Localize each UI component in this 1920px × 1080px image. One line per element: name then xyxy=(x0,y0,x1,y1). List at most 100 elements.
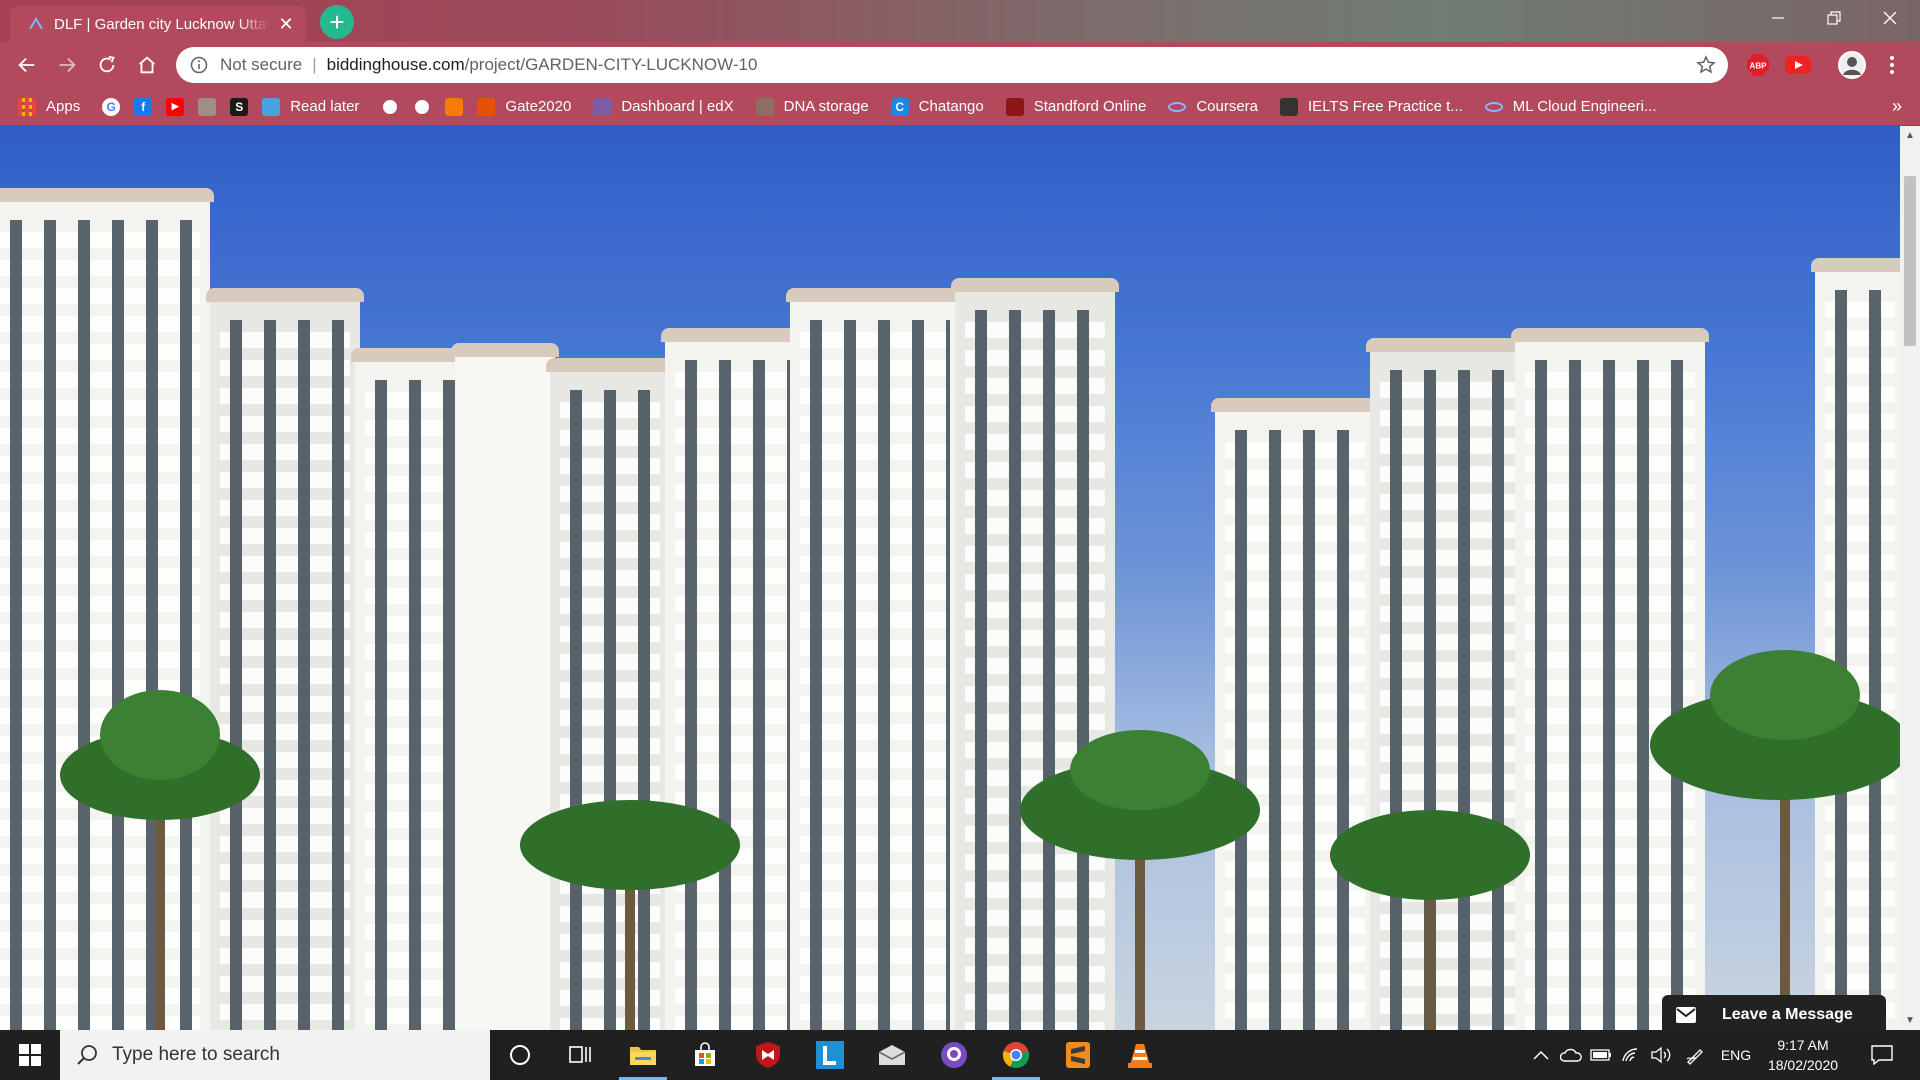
bookmarks-overflow-chevron-icon[interactable]: » xyxy=(1892,96,1902,117)
show-hidden-icons-chevron-icon[interactable] xyxy=(1528,1030,1554,1080)
home-icon[interactable] xyxy=(131,49,163,81)
task-view-icon[interactable] xyxy=(552,1030,608,1080)
profile-avatar[interactable] xyxy=(1838,51,1866,79)
pen-ink-icon[interactable] xyxy=(1682,1030,1708,1080)
onedrive-cloud-icon[interactable] xyxy=(1558,1030,1584,1080)
bookmark-chatango[interactable]: C Chatango xyxy=(890,97,984,116)
page-scrollbar[interactable]: ▲ ▼ xyxy=(1900,126,1920,1030)
coursera-icon xyxy=(1484,101,1503,112)
url-separator: | xyxy=(312,55,317,74)
bookmark-globe-1[interactable] xyxy=(381,97,400,116)
bookmark-read-later[interactable]: Read later xyxy=(262,97,360,116)
mcafee-icon[interactable] xyxy=(740,1030,796,1080)
search-icon xyxy=(77,1045,97,1065)
url-path: /project/GARDEN-CITY-LUCKNOW-10 xyxy=(464,55,758,74)
bookmark-label: Chatango xyxy=(918,98,984,115)
tab-title: DLF | Garden city Lucknow Uttar xyxy=(54,15,270,33)
svg-text:ABP: ABP xyxy=(1750,62,1768,71)
scroll-down-icon[interactable]: ▼ xyxy=(1905,1015,1915,1026)
sublime-text-icon[interactable] xyxy=(1050,1030,1106,1080)
info-icon[interactable] xyxy=(190,56,208,74)
browser-title-bar: DLF | Garden city Lucknow Uttar ✕ + xyxy=(0,0,1920,42)
coursera-icon xyxy=(1168,101,1187,112)
read-later-icon xyxy=(262,97,281,116)
scroll-up-icon[interactable]: ▲ xyxy=(1905,130,1915,141)
github-desktop-icon[interactable] xyxy=(926,1030,982,1080)
bookmark-facebook[interactable]: f xyxy=(134,97,153,116)
clock-date: 18/02/2020 xyxy=(1767,1057,1839,1073)
bookmark-scribd[interactable]: S xyxy=(230,97,249,116)
leave-message-button[interactable]: Leave a Message xyxy=(1662,995,1886,1035)
battery-icon[interactable] xyxy=(1588,1030,1614,1080)
restore-window-icon[interactable] xyxy=(1806,0,1862,36)
browser-tab-active[interactable]: DLF | Garden city Lucknow Uttar ✕ xyxy=(10,6,306,42)
palm-tree xyxy=(1330,790,1530,1030)
youtube-icon: ▶ xyxy=(166,97,185,116)
palm-tree xyxy=(1020,730,1260,1030)
reload-icon[interactable] xyxy=(91,49,123,81)
browser-toolbar: Not secure | biddinghouse.com/project/GA… xyxy=(0,42,1920,88)
vlc-icon[interactable] xyxy=(1112,1030,1168,1080)
bookmark-ielts[interactable]: IELTS Free Practice t... xyxy=(1280,97,1463,116)
apps-grid-icon xyxy=(18,97,36,116)
apartment-tower xyxy=(786,288,964,1030)
clock-time: 9:17 AM xyxy=(1777,1037,1829,1053)
book-icon xyxy=(198,97,217,116)
taskbar-search-box[interactable]: Type here to search xyxy=(60,1030,490,1080)
bookmark-dna[interactable]: DNA storage xyxy=(755,97,869,116)
launcher-l-icon[interactable] xyxy=(802,1030,858,1080)
new-tab-button[interactable]: + xyxy=(320,5,354,39)
bookmark-label: Read later xyxy=(290,98,360,115)
file-explorer-icon[interactable] xyxy=(615,1030,671,1080)
palm-tree xyxy=(1650,650,1900,1030)
orange-square-icon xyxy=(445,97,464,116)
bookmark-label: Standford Online xyxy=(1033,98,1147,115)
volume-icon[interactable] xyxy=(1648,1030,1674,1080)
ielts-icon xyxy=(1280,97,1299,116)
bookmark-youtube[interactable]: ▶ xyxy=(166,97,185,116)
chatango-icon: C xyxy=(890,97,909,116)
security-status: Not secure xyxy=(220,55,303,74)
palm-tree xyxy=(520,780,740,1030)
bookmark-label: IELTS Free Practice t... xyxy=(1308,98,1463,115)
taskbar-clock[interactable]: 9:17 AM 18/02/2020 xyxy=(1758,1035,1848,1075)
wifi-icon[interactable] xyxy=(1618,1030,1644,1080)
bookmark-globe-2[interactable] xyxy=(413,97,432,116)
bookmark-google[interactable]: G xyxy=(102,97,121,116)
minimize-window-icon[interactable] xyxy=(1750,0,1806,36)
url-host: biddinghouse.com xyxy=(326,55,465,74)
youtube-extension-icon[interactable] xyxy=(1785,54,1811,76)
chrome-icon[interactable] xyxy=(988,1030,1044,1080)
bookmark-label: Gate2020 xyxy=(505,98,572,115)
bookmark-coursera[interactable]: Coursera xyxy=(1168,98,1258,115)
bookmark-star-icon[interactable] xyxy=(1696,55,1716,75)
bookmark-edx[interactable]: Dashboard | edX xyxy=(593,97,734,116)
browser-menu-icon[interactable] xyxy=(1884,54,1900,76)
scrollbar-thumb[interactable] xyxy=(1904,176,1916,346)
windows-start-icon[interactable] xyxy=(0,1030,60,1080)
page-hero-image xyxy=(0,126,1900,1030)
action-center-notification-icon[interactable] xyxy=(1862,1030,1902,1080)
address-bar[interactable]: Not secure | biddinghouse.com/project/GA… xyxy=(176,47,1728,83)
bookmark-stanford[interactable]: Standford Online xyxy=(1005,97,1147,116)
bookmark-apps[interactable]: Apps xyxy=(18,97,81,116)
search-placeholder: Type here to search xyxy=(112,1044,280,1065)
bookmark-gate2020[interactable]: Gate2020 xyxy=(477,97,572,116)
bookmark-orange[interactable] xyxy=(445,97,464,116)
bookmark-ml-cloud[interactable]: ML Cloud Engineeri... xyxy=(1484,98,1656,115)
tab-close-icon[interactable]: ✕ xyxy=(276,14,296,34)
microsoft-store-icon[interactable] xyxy=(677,1030,733,1080)
bookmark-book[interactable] xyxy=(198,97,217,116)
windows-taskbar: Type here to search ENG 9:17 AM 18/02/20… xyxy=(0,1030,1920,1080)
mail-icon[interactable] xyxy=(864,1030,920,1080)
back-arrow-icon[interactable] xyxy=(11,49,43,81)
input-language[interactable]: ENG xyxy=(1716,1030,1756,1080)
bookmark-label: Coursera xyxy=(1196,98,1259,115)
forward-arrow-icon[interactable] xyxy=(51,49,83,81)
cortana-icon[interactable] xyxy=(492,1030,548,1080)
facebook-icon: f xyxy=(134,97,153,116)
globe-icon xyxy=(413,97,432,116)
close-window-icon[interactable] xyxy=(1862,0,1918,36)
adblock-plus-icon[interactable]: ABP xyxy=(1745,54,1771,76)
bookmark-label: Apps xyxy=(46,98,81,115)
